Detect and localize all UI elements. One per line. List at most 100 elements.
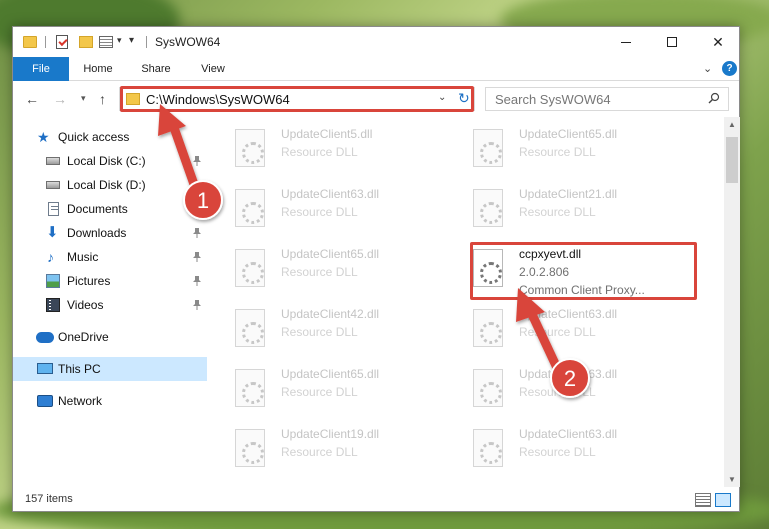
dll-file-icon bbox=[235, 249, 265, 287]
new-folder-icon[interactable] bbox=[79, 36, 93, 48]
sidebar-item-network[interactable]: Network bbox=[13, 389, 207, 413]
dll-file-icon bbox=[473, 189, 503, 227]
pin-icon[interactable] bbox=[193, 156, 201, 166]
file-item[interactable]: UpdateClient63.dll Resource DLL bbox=[211, 183, 431, 233]
help-icon[interactable]: ? bbox=[722, 61, 737, 76]
sidebar-item-label: Quick access bbox=[58, 130, 130, 144]
address-path[interactable]: C:\Windows\SysWOW64 bbox=[146, 92, 290, 107]
sidebar-item-downloads[interactable]: ⬇ Downloads bbox=[13, 221, 207, 245]
refresh-icon[interactable]: ↻ bbox=[458, 90, 470, 107]
pin-icon[interactable] bbox=[193, 204, 201, 214]
close-icon: ✕ bbox=[712, 33, 724, 50]
address-bar[interactable]: C:\Windows\SysWOW64 ⌄ ↻ bbox=[119, 87, 475, 111]
file-name: UpdateClient63.dll bbox=[519, 367, 618, 381]
tab-view[interactable]: View bbox=[191, 57, 235, 81]
videos-icon bbox=[46, 298, 60, 312]
file-description: Common Client Proxy... bbox=[519, 283, 645, 297]
file-item[interactable]: UpdateClient42.dll Resource DLL bbox=[211, 303, 431, 353]
chevron-down-icon[interactable]: ⌄ bbox=[438, 92, 446, 103]
file-description: Resource DLL bbox=[281, 145, 358, 159]
file-name: ccpxyevt.dll bbox=[519, 247, 582, 261]
scroll-down-icon[interactable]: ▼ bbox=[728, 475, 736, 484]
forward-button[interactable]: → bbox=[53, 91, 67, 107]
file-description: Resource DLL bbox=[519, 145, 596, 159]
file-description: Resource DLL bbox=[519, 385, 596, 399]
sidebar-item-label: Documents bbox=[67, 202, 128, 216]
file-description: Resource DLL bbox=[281, 205, 358, 219]
sidebar-item-label: Pictures bbox=[67, 274, 111, 288]
item-count: 157 items bbox=[25, 493, 73, 505]
tab-share[interactable]: Share bbox=[133, 57, 179, 81]
pin-icon[interactable] bbox=[193, 300, 201, 310]
sidebar-item-label: Videos bbox=[67, 298, 104, 312]
back-button[interactable]: ← bbox=[25, 91, 39, 107]
music-icon: ♪ bbox=[47, 249, 54, 265]
file-name: UpdateClient19.dll bbox=[281, 427, 380, 441]
status-bar: 157 items bbox=[13, 489, 739, 511]
file-name: UpdateClient65.dll bbox=[281, 247, 380, 261]
cloud-icon bbox=[36, 332, 54, 343]
tab-file[interactable]: File bbox=[13, 57, 69, 81]
file-description: Resource DLL bbox=[281, 325, 358, 339]
sidebar-item-music[interactable]: ♪ Music bbox=[13, 245, 207, 269]
scroll-up-icon[interactable]: ▲ bbox=[728, 120, 736, 129]
scrollbar-thumb[interactable] bbox=[726, 137, 738, 183]
drive-icon bbox=[46, 181, 60, 189]
pin-icon[interactable] bbox=[193, 252, 201, 262]
vertical-scrollbar[interactable]: ▲ ▼ bbox=[724, 117, 740, 487]
sidebar-item-pictures[interactable]: Pictures bbox=[13, 269, 207, 293]
file-item[interactable]: UpdateClient19.dll Resource DLL bbox=[211, 423, 431, 473]
file-item[interactable]: UpdateClient5.dll Resource DLL bbox=[211, 123, 431, 173]
expand-ribbon-icon[interactable]: ⌄ bbox=[703, 62, 712, 75]
sidebar-item-label: Network bbox=[58, 394, 103, 408]
file-list: UpdateClient5.dll Resource DLL UpdateCli… bbox=[211, 117, 723, 487]
sidebar-item-local-disk-d[interactable]: Local Disk (D:) bbox=[13, 173, 207, 197]
file-item[interactable]: UpdateClient63.dll Resource DLL bbox=[449, 423, 669, 473]
search-input[interactable]: Search SysWOW64 bbox=[485, 87, 729, 111]
navigation-pane: ★ Quick access Local Disk (C:) Local Dis… bbox=[13, 117, 207, 487]
sidebar-item-this-pc[interactable]: This PC bbox=[13, 357, 207, 381]
dll-file-icon bbox=[235, 189, 265, 227]
sidebar-item-label: Local Disk (D:) bbox=[67, 178, 146, 192]
maximize-button[interactable] bbox=[649, 27, 695, 57]
details-view-icon[interactable] bbox=[695, 493, 711, 507]
file-item[interactable]: UpdateClient65.dll Resource DLL bbox=[211, 363, 431, 413]
computer-icon bbox=[37, 363, 53, 374]
search-icon[interactable] bbox=[708, 92, 720, 104]
pictures-icon bbox=[46, 274, 60, 288]
file-name: UpdateClient63.dll bbox=[281, 187, 380, 201]
dll-file-icon bbox=[235, 369, 265, 407]
file-item[interactable]: UpdateClient65.dll Resource DLL bbox=[211, 243, 431, 293]
file-name: UpdateClient63.dll bbox=[519, 427, 618, 441]
pin-icon[interactable] bbox=[193, 276, 201, 286]
file-name: UpdateClient42.dll bbox=[281, 307, 380, 321]
file-item-ccpxyevt[interactable]: ccpxyevt.dll 2.0.2.806 Common Client Pro… bbox=[449, 243, 669, 297]
tiles-view-icon[interactable] bbox=[715, 493, 731, 507]
sidebar-item-videos[interactable]: Videos bbox=[13, 293, 207, 317]
minimize-button[interactable] bbox=[603, 27, 649, 57]
properties-icon[interactable] bbox=[56, 35, 68, 49]
tab-home[interactable]: Home bbox=[75, 57, 121, 81]
file-item[interactable]: UpdateClient63.dll Resource DLL bbox=[449, 303, 669, 353]
file-name: UpdateClient5.dll bbox=[281, 127, 373, 141]
recent-locations-icon[interactable]: ▾ bbox=[81, 93, 86, 104]
pin-icon[interactable] bbox=[193, 228, 201, 238]
view-icon[interactable] bbox=[99, 36, 113, 48]
close-button[interactable]: ✕ bbox=[695, 27, 741, 57]
dll-file-icon bbox=[473, 369, 503, 407]
up-button[interactable]: ↑ bbox=[99, 91, 106, 107]
sidebar-item-local-disk-c[interactable]: Local Disk (C:) bbox=[13, 149, 207, 173]
file-description: Resource DLL bbox=[281, 445, 358, 459]
file-name: UpdateClient63.dll bbox=[519, 307, 618, 321]
file-item[interactable]: UpdateClient65.dll Resource DLL bbox=[449, 123, 669, 173]
dll-file-icon bbox=[235, 129, 265, 167]
sidebar-item-label: This PC bbox=[58, 362, 101, 376]
sidebar-item-onedrive[interactable]: OneDrive bbox=[13, 325, 207, 349]
file-description: Resource DLL bbox=[281, 265, 358, 279]
file-item[interactable]: UpdateClient21.dll Resource DLL bbox=[449, 183, 669, 233]
sidebar-item-quick-access[interactable]: ★ Quick access bbox=[13, 125, 207, 149]
chevron-down-icon[interactable]: ▾ bbox=[117, 35, 122, 46]
customize-quick-access-icon[interactable]: ▾ bbox=[129, 35, 134, 46]
file-item[interactable]: UpdateClient63.dll Resource DLL bbox=[449, 363, 669, 413]
sidebar-item-documents[interactable]: Documents bbox=[13, 197, 207, 221]
